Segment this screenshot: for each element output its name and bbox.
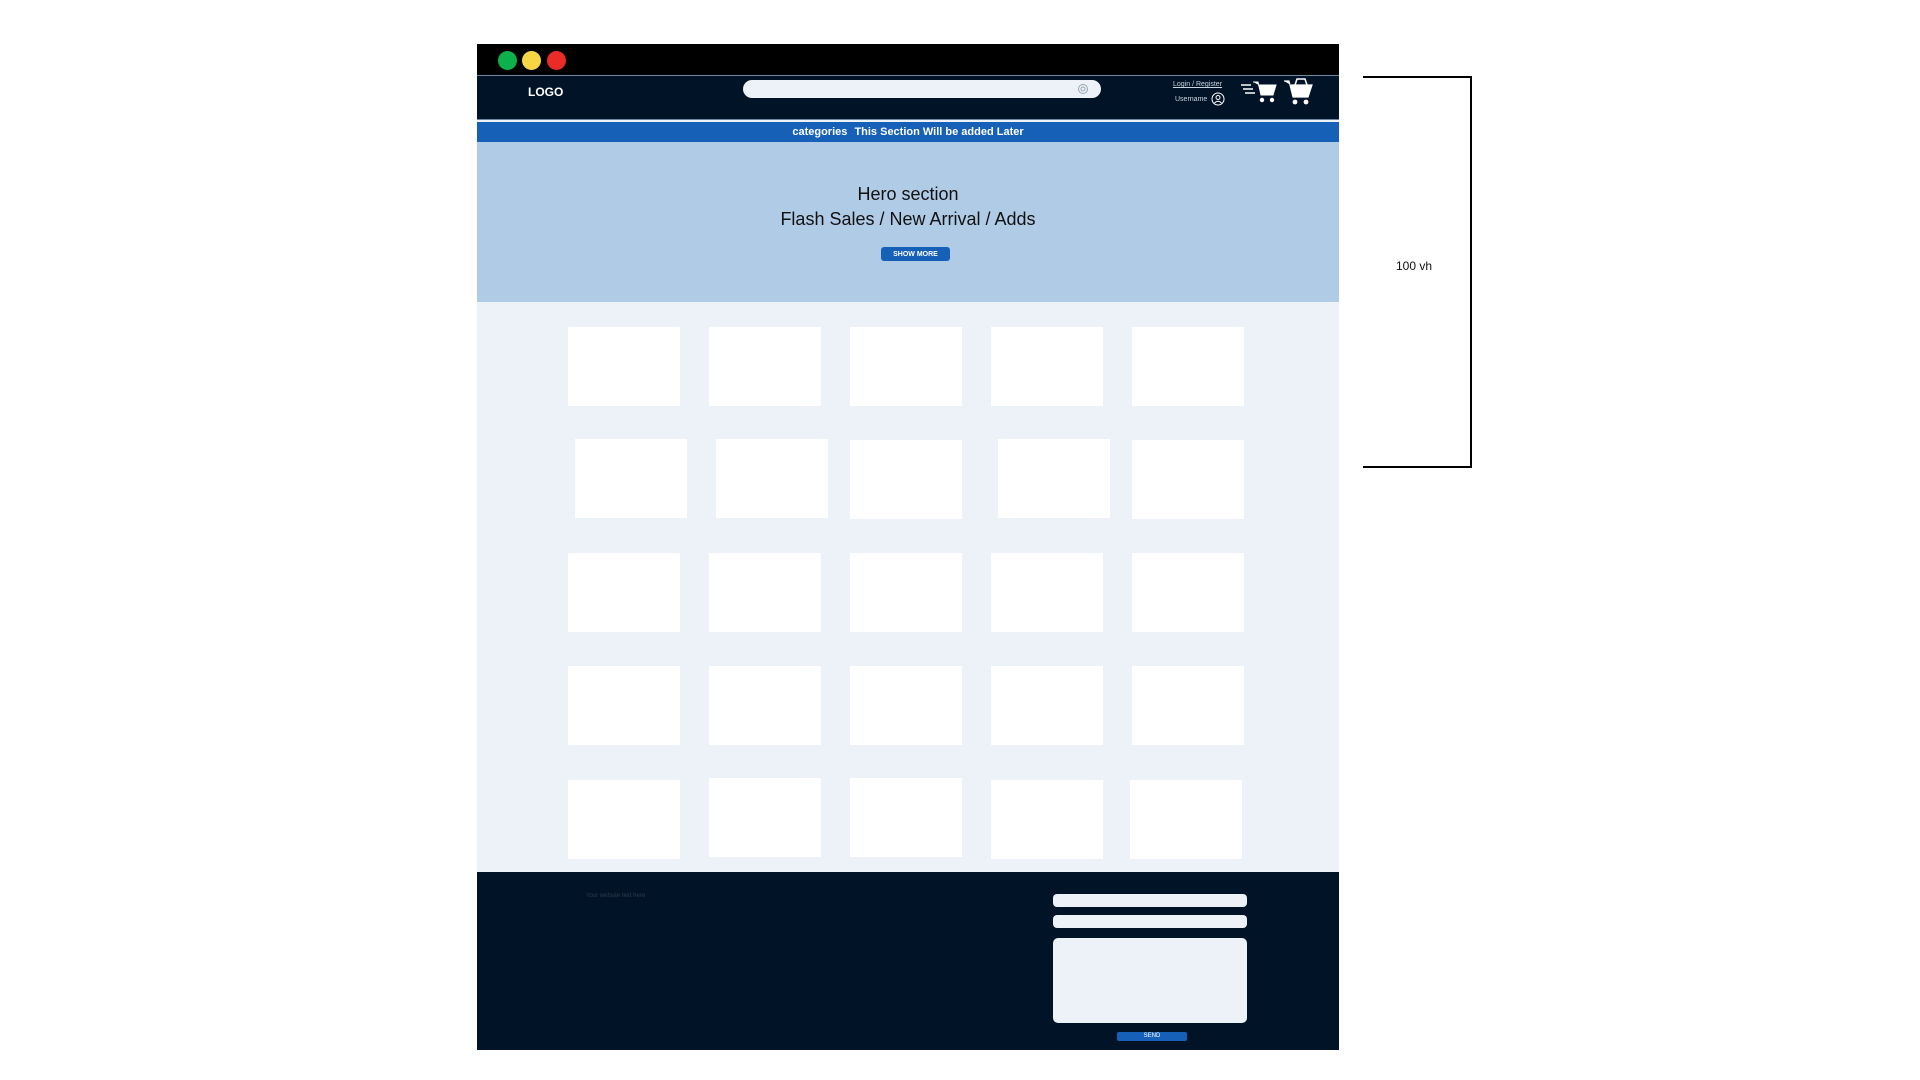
footer-text: Your website text here (586, 893, 646, 899)
search-icon[interactable] (1077, 83, 1089, 95)
contact-message-textarea[interactable] (1053, 938, 1247, 1023)
contact-field-2[interactable] (1053, 915, 1247, 928)
browser-window: LOGO Login / Register Username categorie… (477, 44, 1339, 1050)
product-card[interactable] (568, 327, 680, 406)
search-input[interactable] (743, 80, 1101, 98)
product-card[interactable] (991, 327, 1103, 406)
user-icon[interactable] (1211, 92, 1225, 106)
categories-label[interactable]: categories (792, 126, 847, 138)
window-titlebar (477, 44, 1339, 75)
fast-cart-icon[interactable] (1241, 79, 1277, 105)
product-card[interactable] (568, 553, 680, 632)
product-card[interactable] (709, 553, 821, 632)
product-card[interactable] (1132, 553, 1244, 632)
hero-subtitle: Flash Sales / New Arrival / Adds (780, 209, 1036, 229)
product-card[interactable] (991, 666, 1103, 745)
product-card[interactable] (998, 439, 1110, 518)
product-card[interactable] (716, 439, 828, 518)
product-card[interactable] (850, 778, 962, 857)
product-card[interactable] (850, 440, 962, 519)
categories-bar: categories This Section Will be added La… (477, 122, 1339, 142)
product-card[interactable] (850, 327, 962, 406)
viewport-height-label: 100 vh (1396, 259, 1433, 273)
product-card[interactable] (991, 780, 1103, 859)
product-card[interactable] (1130, 780, 1242, 859)
window-maximize-button[interactable] (498, 51, 517, 70)
product-card[interactable] (709, 666, 821, 745)
cart-icon[interactable] (1283, 77, 1313, 107)
top-navbar: LOGO Login / Register Username (477, 75, 1339, 120)
window-close-button[interactable] (547, 51, 566, 70)
product-card[interactable] (850, 553, 962, 632)
product-card[interactable] (575, 439, 687, 518)
hero-section: Hero section Flash Sales / New Arrival /… (477, 142, 1339, 302)
product-card[interactable] (568, 666, 680, 745)
send-button[interactable]: SEND (1117, 1032, 1187, 1041)
window-minimize-button[interactable] (522, 51, 541, 70)
product-card[interactable] (991, 553, 1103, 632)
product-card[interactable] (709, 327, 821, 406)
contact-field-1[interactable] (1053, 894, 1247, 907)
categories-note: This Section Will be added Later (854, 126, 1024, 138)
product-card[interactable] (1132, 440, 1244, 519)
product-card[interactable] (709, 778, 821, 857)
product-card[interactable] (1132, 666, 1244, 745)
product-card[interactable] (1132, 327, 1244, 406)
show-more-button[interactable]: SHOW MORE (881, 247, 950, 261)
product-card[interactable] (850, 666, 962, 745)
product-grid (477, 302, 1339, 916)
login-register-link[interactable]: Login / Register (1173, 81, 1222, 88)
username-label: Username (1175, 96, 1208, 103)
product-card[interactable] (568, 780, 680, 859)
footer: Your website text here SEND (477, 872, 1339, 1050)
site-logo[interactable]: LOGO (528, 85, 563, 99)
hero-title: Hero section (857, 184, 959, 204)
